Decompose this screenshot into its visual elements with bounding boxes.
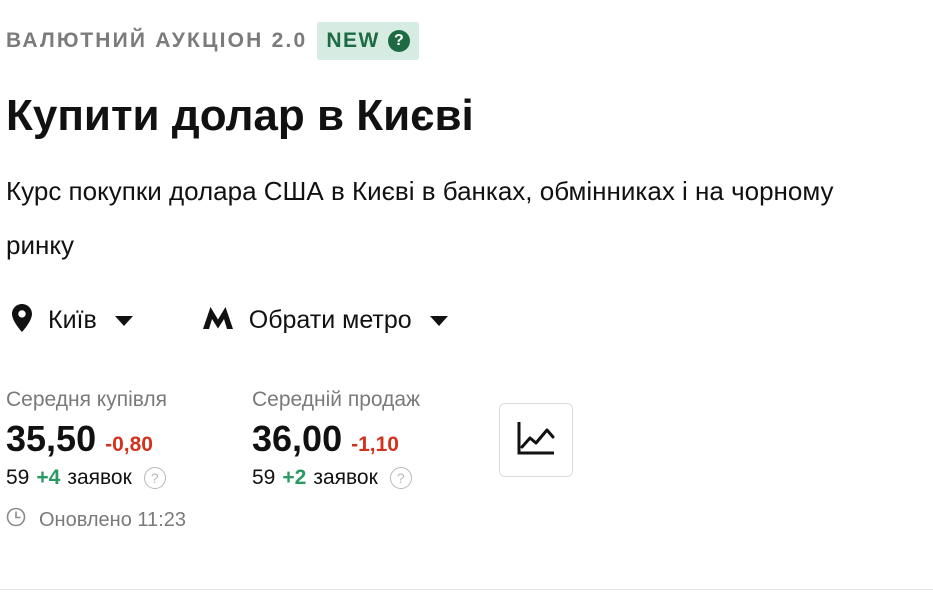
city-selector[interactable]: Київ — [12, 304, 133, 337]
last-updated: Оновлено 11:23 — [6, 507, 186, 533]
city-selector-label: Київ — [48, 306, 97, 334]
average-sell-label: Середній продаж — [252, 388, 421, 411]
chevron-down-icon — [114, 315, 133, 326]
average-buy-value-row: 35,50 -0,80 — [6, 418, 226, 460]
location-selectors: Київ Обрати метро — [12, 304, 448, 337]
buy-orders-delta: +4 — [36, 466, 61, 489]
average-sell-value: 36,00 — [252, 418, 343, 459]
metro-icon — [202, 307, 233, 334]
badge-help-icon[interactable]: ? — [387, 30, 410, 52]
chevron-down-icon — [429, 315, 448, 326]
page-subtitle: Курс покупки долара США в Києві в банках… — [6, 176, 834, 260]
header-row: ВАЛЮТНИЙ АУКЦІОН 2.0 NEW ? — [6, 22, 419, 60]
last-updated-text: Оновлено 11:23 — [39, 508, 186, 531]
page: ВАЛЮТНИЙ АУКЦІОН 2.0 NEW ? Купити долар … — [0, 0, 933, 600]
page-title: Купити долар в Києві — [6, 91, 474, 140]
sell-orders-word: заявок — [313, 466, 378, 489]
buy-orders-count: 59 — [6, 466, 30, 489]
line-chart-icon — [517, 421, 555, 460]
metro-selector-label: Обрати метро — [248, 306, 412, 334]
average-sell-value-row: 36,00 -1,10 — [252, 418, 472, 460]
new-badge-label: NEW — [326, 29, 380, 52]
chart-button[interactable] — [499, 403, 573, 477]
sell-orders-count: 59 — [252, 466, 276, 489]
average-buy-stat: Середня купівля 35,50 -0,80 59 +4 заявок… — [6, 388, 226, 490]
average-buy-label: Середня купівля — [6, 388, 168, 411]
divider — [0, 589, 933, 590]
buy-orders-row: 59 +4 заявок ? — [6, 466, 226, 490]
clock-icon — [6, 507, 26, 533]
sell-orders-delta: +2 — [282, 466, 307, 489]
buy-orders-word: заявок — [67, 466, 132, 489]
section-kicker: ВАЛЮТНИЙ АУКЦІОН 2.0 — [6, 29, 308, 52]
average-sell-stat: Середній продаж 36,00 -1,10 59 +2 заявок… — [252, 388, 472, 490]
help-icon[interactable]: ? — [143, 467, 166, 489]
average-buy-delta: -0,80 — [105, 433, 153, 456]
location-pin-icon — [12, 304, 32, 337]
metro-selector[interactable]: Обрати метро — [202, 306, 448, 335]
average-sell-delta: -1,10 — [351, 433, 399, 456]
help-icon[interactable]: ? — [389, 467, 412, 489]
average-buy-value: 35,50 — [6, 418, 97, 459]
new-badge[interactable]: NEW ? — [317, 22, 419, 60]
sell-orders-row: 59 +2 заявок ? — [252, 466, 472, 490]
